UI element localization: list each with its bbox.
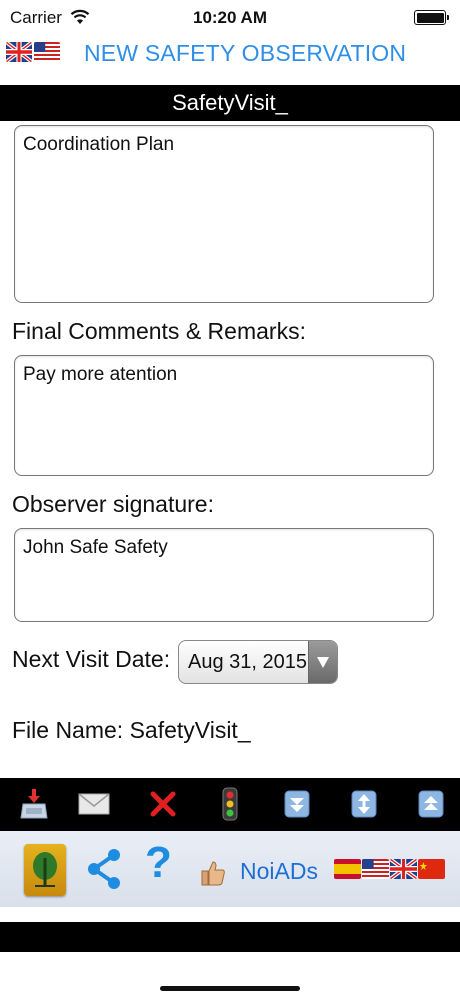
action-toolbar <box>0 778 460 831</box>
language-flags[interactable] <box>6 42 60 62</box>
section-header: SafetyVisit_ <box>0 85 460 121</box>
app-logo-icon[interactable] <box>24 844 66 896</box>
coordination-textarea[interactable]: Coordination Plan <box>14 125 434 303</box>
next-visit-date-picker[interactable]: Aug 31, 2015 <box>178 640 338 684</box>
home-indicator[interactable] <box>160 986 300 991</box>
ads-bar: ? NoiADs <box>0 831 460 907</box>
language-flags-bottom <box>334 859 445 879</box>
final-comments-label: Final Comments & Remarks: <box>12 318 306 344</box>
scroll-down-icon[interactable] <box>279 786 315 822</box>
status-bar: Carrier 10:20 AM <box>0 0 460 36</box>
status-time: 10:20 AM <box>192 8 267 27</box>
thumbs-up-icon[interactable] <box>199 859 227 887</box>
bottom-bar <box>0 922 460 952</box>
spain-flag-icon[interactable] <box>334 859 361 879</box>
next-visit-date-value: Aug 31, 2015 <box>188 650 307 673</box>
page-title: NEW SAFETY OBSERVATION <box>84 40 407 66</box>
battery-icon <box>414 10 449 25</box>
file-name-label: File Name: SafetyVisit_ <box>12 717 251 743</box>
help-icon[interactable]: ? <box>145 841 172 885</box>
nav-bar: NEW SAFETY OBSERVATION <box>0 36 460 84</box>
save-icon[interactable] <box>16 786 52 822</box>
scroll-up-icon[interactable] <box>413 786 449 822</box>
china-flag-icon[interactable] <box>418 859 445 879</box>
final-comments-textarea[interactable]: Pay more atention <box>14 355 434 476</box>
uk-flag-icon[interactable] <box>6 42 32 62</box>
uk-flag-icon[interactable] <box>390 859 417 879</box>
noiads-link[interactable]: NoiADs <box>240 858 318 885</box>
us-flag-icon[interactable] <box>34 42 60 62</box>
observer-signature-label: Observer signature: <box>12 491 214 517</box>
traffic-light-icon[interactable] <box>212 786 248 822</box>
mail-icon[interactable] <box>76 786 112 822</box>
delete-icon[interactable] <box>145 786 181 822</box>
chevron-down-icon[interactable] <box>308 641 337 683</box>
observer-signature-textarea[interactable]: John Safe Safety <box>14 528 434 622</box>
share-icon[interactable] <box>84 847 124 891</box>
us-flag-icon[interactable] <box>362 859 389 879</box>
next-visit-label: Next Visit Date: <box>12 646 171 672</box>
scroll-updown-icon[interactable] <box>346 786 382 822</box>
